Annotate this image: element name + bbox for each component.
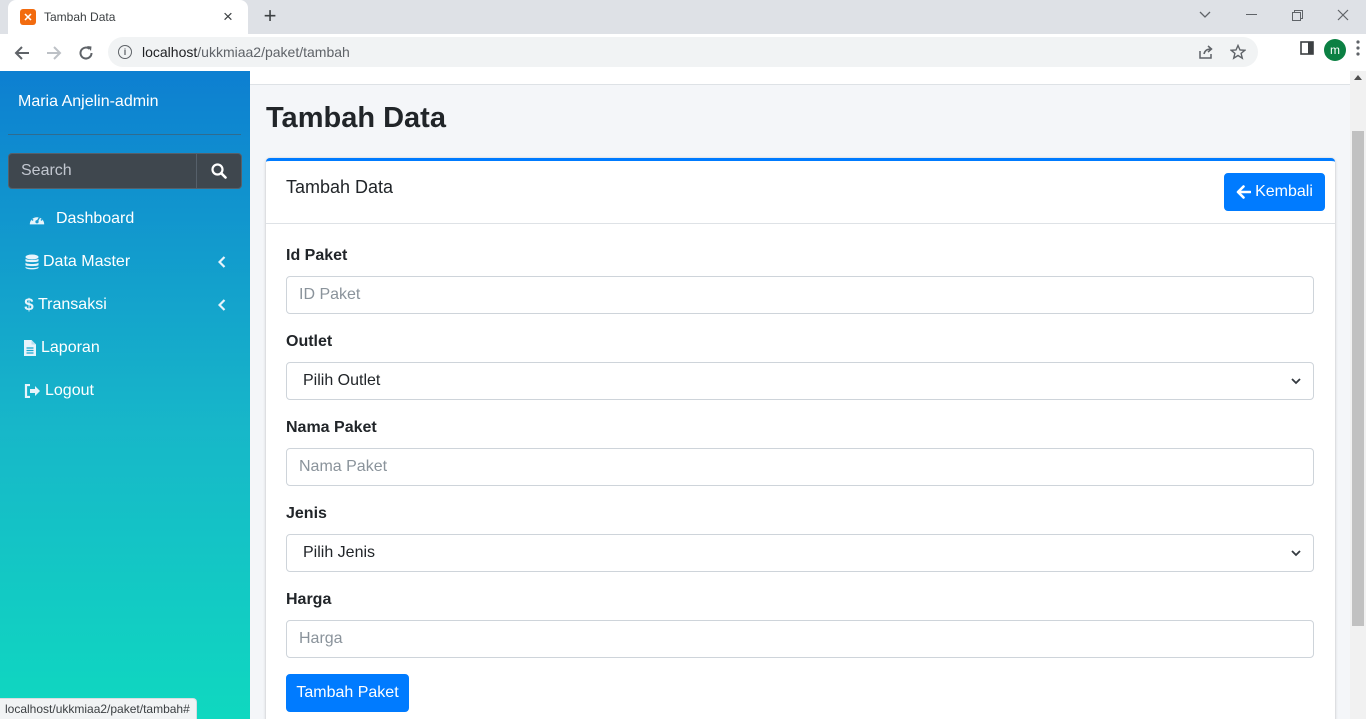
jenis-select[interactable]: Pilih Jenis — [286, 534, 1314, 572]
sidebar-nav: Dashboard Data Master $ Transaksi Lapora… — [0, 197, 250, 412]
id-paket-input[interactable] — [286, 276, 1314, 314]
tab-search-icon[interactable] — [1182, 0, 1228, 30]
new-tab-button[interactable]: + — [258, 4, 282, 28]
arrow-left-icon — [1236, 185, 1252, 199]
harga-label: Harga — [286, 591, 332, 608]
harga-input[interactable] — [286, 620, 1314, 658]
sidebar-item-label: Logout — [45, 381, 94, 399]
site-info-icon[interactable]: i — [118, 45, 132, 59]
sidebar-item-data-master[interactable]: Data Master — [0, 240, 250, 283]
back-button[interactable]: Kembali — [1224, 173, 1325, 211]
reload-icon[interactable] — [70, 37, 102, 69]
forward-arrow-icon[interactable] — [38, 37, 70, 69]
tab-strip: ✕ Tambah Data × + — [0, 0, 1366, 34]
nama-paket-input[interactable] — [286, 448, 1314, 486]
main-content: Tambah Data Tambah Data Kembali Id Paket… — [250, 71, 1350, 719]
sidebar-user-name[interactable]: Maria Anjelin-admin — [18, 93, 159, 111]
card-header: Tambah Data Kembali — [266, 161, 1335, 224]
scroll-up-arrow-icon[interactable] — [1354, 75, 1362, 80]
side-panel-icon[interactable] — [1300, 40, 1314, 60]
scroll-thumb[interactable] — [1352, 131, 1364, 626]
address-bar[interactable]: i localhost/ukkmiaa2/paket/tambah — [108, 37, 1258, 67]
jenis-selected-value: Pilih Jenis — [303, 544, 376, 561]
chevron-left-icon — [217, 255, 226, 273]
sidebar-item-label: Laporan — [41, 338, 100, 356]
sidebar-item-transaksi[interactable]: $ Transaksi — [0, 283, 250, 326]
page-viewport: Maria Anjelin-admin Dashboard Data Maste… — [0, 71, 1366, 719]
sidebar-item-label: Dashboard — [56, 209, 135, 227]
page-title: Tambah Data — [266, 102, 446, 134]
url-text: localhost/ukkmiaa2/paket/tambah — [142, 44, 350, 60]
page-scrollbar[interactable] — [1350, 71, 1366, 719]
xampp-favicon-icon: ✕ — [20, 9, 36, 25]
browser-tab[interactable]: ✕ Tambah Data × — [8, 0, 248, 34]
back-button-label: Kembali — [1255, 183, 1313, 200]
browser-toolbar: i localhost/ukkmiaa2/paket/tambah m — [0, 34, 1366, 71]
sign-out-icon — [23, 383, 41, 398]
profile-avatar[interactable]: m — [1324, 39, 1346, 61]
tab-title: Tambah Data — [44, 10, 116, 24]
sidebar: Maria Anjelin-admin Dashboard Data Maste… — [0, 71, 250, 719]
card-title: Tambah Data — [286, 177, 394, 197]
search-button[interactable] — [196, 153, 242, 189]
bookmark-star-icon[interactable] — [1226, 41, 1250, 63]
kebab-menu-icon[interactable] — [1356, 39, 1360, 61]
sidebar-item-laporan[interactable]: Laporan — [0, 326, 250, 369]
sidebar-search — [8, 153, 242, 189]
chevron-down-icon — [1291, 377, 1301, 384]
jenis-label: Jenis — [286, 505, 327, 522]
chevron-down-icon — [1291, 549, 1301, 556]
outlet-label: Outlet — [286, 333, 333, 350]
dashboard-icon — [28, 211, 46, 227]
minimize-icon[interactable] — [1228, 0, 1274, 30]
sidebar-item-label: Data Master — [43, 252, 131, 270]
status-bar-url: localhost/ukkmiaa2/paket/tambah# — [0, 698, 197, 719]
close-window-icon[interactable] — [1320, 0, 1366, 30]
sidebar-divider — [8, 134, 241, 135]
sidebar-item-label: Transaksi — [38, 295, 107, 313]
chevron-left-icon — [217, 298, 226, 316]
outlet-selected-value: Pilih Outlet — [303, 372, 381, 389]
form-card: Tambah Data Kembali Id Paket Outlet Pili… — [266, 158, 1335, 719]
sidebar-item-dashboard[interactable]: Dashboard — [0, 197, 250, 240]
back-arrow-icon[interactable] — [6, 37, 38, 69]
tambah-paket-button[interactable]: Tambah Paket — [286, 674, 409, 712]
database-icon — [23, 254, 41, 270]
id-paket-label: Id Paket — [286, 247, 348, 264]
file-icon — [23, 339, 37, 356]
top-navbar — [250, 71, 1350, 85]
tab-close-icon[interactable]: × — [218, 7, 238, 27]
outlet-select[interactable]: Pilih Outlet — [286, 362, 1314, 400]
sidebar-item-logout[interactable]: Logout — [0, 369, 250, 412]
search-icon — [211, 163, 227, 179]
share-icon[interactable] — [1194, 41, 1218, 63]
nama-paket-label: Nama Paket — [286, 419, 377, 436]
dollar-icon: $ — [24, 294, 34, 314]
window-controls — [1182, 0, 1366, 30]
sidebar-search-input[interactable] — [8, 153, 196, 189]
restore-icon[interactable] — [1274, 0, 1320, 30]
